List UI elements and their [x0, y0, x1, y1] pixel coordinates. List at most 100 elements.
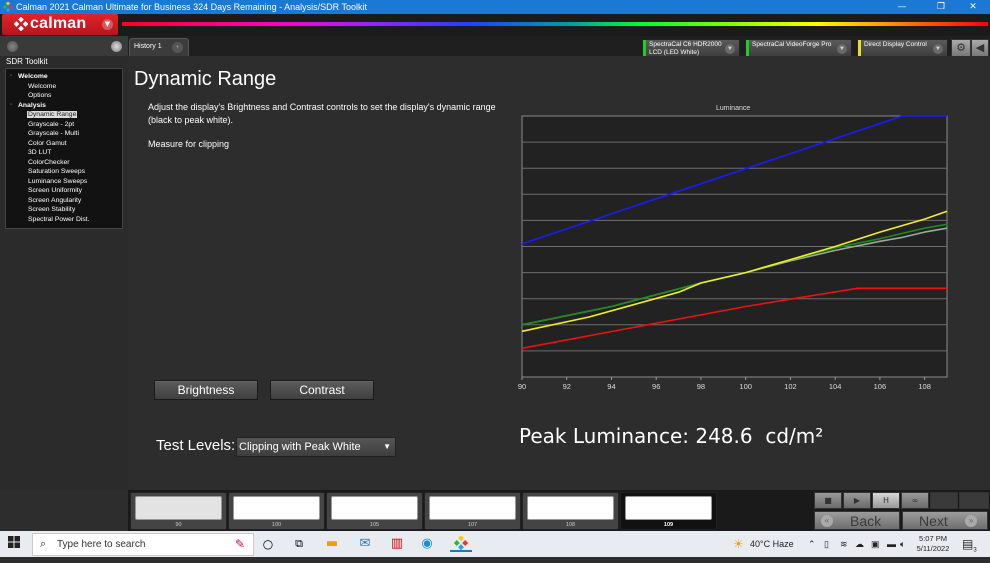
back-button[interactable]: « Back [814, 511, 900, 530]
workflow-tree: Welcome Welcome Options Analysis Dynamic… [5, 68, 123, 229]
x-tick-label: 92 [563, 382, 571, 391]
next-button[interactable]: Next » [902, 511, 988, 530]
hold-button[interactable]: H [872, 492, 900, 509]
weather-text[interactable]: 40°C Haze [750, 531, 794, 557]
taskbar-search-input[interactable]: ⌕ Type here to search ✎ [32, 533, 254, 556]
window-title: Calman 2021 Calman Ultimate for Business… [16, 2, 367, 12]
instructions-text: Adjust the display's Brightness and Cont… [148, 102, 496, 125]
close-button[interactable]: ✕ [958, 0, 988, 14]
stop-icon: ■ [824, 496, 832, 505]
patch-105[interactable]: 105 [326, 492, 423, 530]
task-view-icon[interactable]: ⧉ [291, 536, 307, 552]
status-indicator [643, 40, 646, 56]
tab-history-1[interactable]: History 1 + [129, 38, 189, 56]
meter-selector[interactable]: SpectraCal C6 HDR2000 LCD (LED White) ▼ [642, 39, 740, 57]
tree-item-luminance-sweeps[interactable]: Luminance Sweeps [6, 177, 122, 187]
volume-icon[interactable]: 🔈︎ [900, 531, 905, 557]
sidebar: SDR Toolkit Welcome Welcome Options Anal… [0, 36, 128, 490]
sync-button[interactable] [930, 492, 958, 509]
add-tab-button[interactable]: + [172, 42, 183, 53]
collapse-right-button[interactable]: ◀ [971, 39, 989, 57]
tree-item-color-gamut[interactable]: Color Gamut [6, 139, 122, 149]
test-levels-select[interactable]: Clipping with Peak White ▼ [236, 437, 396, 457]
patch-color [135, 496, 222, 520]
patch-90[interactable]: 90 [130, 492, 227, 530]
display-icon[interactable]: ▣ [871, 531, 880, 557]
tree-item-grayscale-multi[interactable]: Grayscale - Multi [6, 129, 122, 139]
patch-100[interactable]: 100 [228, 492, 325, 530]
patch-color [233, 496, 320, 520]
edge-icon[interactable]: ◉ [419, 536, 435, 552]
tree-group-welcome[interactable]: Welcome [6, 72, 122, 82]
stop-button[interactable]: ■ [814, 492, 842, 509]
gear-icon: ⚙ [956, 41, 966, 54]
onedrive-icon[interactable]: ☁ [855, 531, 864, 557]
peak-luminance-readout: Peak Luminance: 248.6 cd/m² [519, 424, 824, 448]
options-button[interactable] [959, 492, 989, 509]
show-hidden-icons[interactable]: ⌃ [808, 531, 816, 557]
x-tick-label: 90 [518, 382, 526, 391]
tree-item-dynamic-range[interactable]: Dynamic Range [6, 110, 122, 120]
collapse-sidebar-button[interactable] [111, 41, 122, 52]
loop-icon: ∞ [911, 496, 919, 505]
tree-item-saturation-sweeps[interactable]: Saturation Sweeps [6, 167, 122, 177]
play-icon: ▶ [853, 496, 861, 505]
windows-start-icon[interactable] [6, 536, 22, 552]
tree-group-analysis[interactable]: Analysis [6, 101, 122, 111]
calman-menu-button[interactable]: calman ▼ [2, 14, 118, 35]
tree-item-welcome[interactable]: Welcome [6, 82, 122, 92]
mail-icon[interactable]: ✉ [357, 536, 373, 552]
minimize-button[interactable]: — [887, 0, 917, 14]
x-tick-label: 100 [739, 382, 752, 391]
status-indicator [746, 40, 749, 56]
status-indicator [858, 40, 861, 56]
patch-109[interactable]: 109 [620, 492, 717, 530]
app-header: calman ▼ [0, 14, 990, 36]
maximize-button[interactable]: ❐ [926, 0, 956, 14]
sidebar-header [0, 36, 128, 56]
play-button[interactable]: ▶ [843, 492, 871, 509]
window-titlebar: Calman 2021 Calman Ultimate for Business… [0, 0, 990, 14]
settings-button[interactable]: ⚙ [951, 39, 971, 57]
back-arrow-icon: « [821, 515, 833, 527]
loop-button[interactable]: ∞ [901, 492, 929, 509]
x-tick-label: 102 [784, 382, 797, 391]
tree-item-screen-uniformity[interactable]: Screen Uniformity [6, 186, 122, 196]
source-selector[interactable]: SpectraCal VideoForge Pro ▼ [745, 39, 852, 57]
display-selector[interactable]: Direct Display Control ▼ [857, 39, 948, 57]
file-explorer-icon[interactable]: ▬ [324, 536, 340, 552]
gift-app-icon[interactable]: ▥ [389, 536, 405, 552]
tree-item-colorchecker[interactable]: ColorChecker [6, 158, 122, 168]
tree-item-spectral-power[interactable]: Spectral Power Dist. [6, 215, 122, 225]
next-arrow-icon: » [965, 515, 977, 527]
measure-text: Measure for clipping [148, 139, 230, 149]
chevron-down-icon: ▼ [725, 44, 735, 54]
battery-icon[interactable]: ▬ [887, 531, 896, 557]
contrast-button[interactable]: Contrast [270, 380, 374, 400]
patch-107[interactable]: 107 [424, 492, 521, 530]
weather-icon: ☀ [733, 537, 744, 551]
tree-item-screen-angularity[interactable]: Screen Angularity [6, 196, 122, 206]
tree-item-options[interactable]: Options [6, 91, 122, 101]
x-tick-label: 98 [697, 382, 705, 391]
calman-taskbar-icon[interactable] [450, 535, 472, 552]
patch-108[interactable]: 108 [522, 492, 619, 530]
calman-logo-icon [14, 17, 28, 31]
x-tick-label: 104 [829, 382, 842, 391]
patch-color [331, 496, 418, 520]
tree-item-grayscale-2pt[interactable]: Grayscale - 2pt [6, 120, 122, 130]
wifi-icon[interactable]: ≋ [840, 531, 848, 557]
chevron-down-icon: ▼ [933, 44, 943, 54]
brightness-button[interactable]: Brightness [154, 380, 258, 400]
chevron-down-icon: ▼ [837, 44, 847, 54]
search-highlight-icon: ✎ [234, 537, 245, 551]
pin-icon[interactable] [7, 41, 18, 52]
tree-item-screen-stability[interactable]: Screen Stability [6, 205, 122, 215]
taskbar-clock[interactable]: 5:07 PM 5/11/2022 [912, 534, 954, 554]
logo-text: calman [30, 15, 87, 32]
cortana-icon[interactable]: ○ [260, 536, 276, 552]
notifications-icon[interactable]: ▤3 [962, 531, 977, 563]
tree-item-3d-lut[interactable]: 3D LUT [6, 148, 122, 158]
device-icon[interactable]: ▯ [824, 531, 829, 557]
chevron-left-icon: ◀ [975, 41, 985, 54]
